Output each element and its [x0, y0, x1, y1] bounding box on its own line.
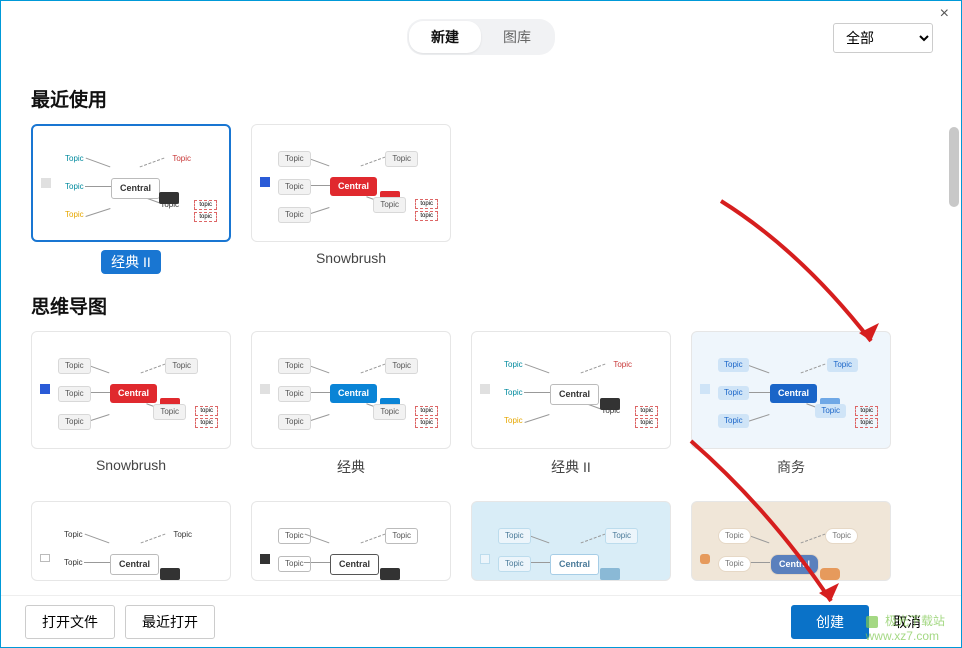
template-card[interactable]: Central Topic Topic Topic — [251, 501, 451, 581]
recent-open-button[interactable]: 最近打开 — [125, 605, 215, 639]
header-tabs: 新建 图库 — [407, 19, 555, 55]
template-card-wrap: Central Topic Topic Topic Topic Topic to… — [31, 124, 231, 274]
tab-gallery[interactable]: 图库 — [481, 21, 553, 53]
footer: 打开文件 最近打开 创建 取消 — [1, 595, 961, 647]
template-card[interactable]: Central Topic Topic Topic — [471, 501, 671, 581]
create-button[interactable]: 创建 — [791, 605, 869, 639]
template-card-wrap: Central Topic Topic Topic Topic Topic to… — [251, 124, 451, 274]
template-label: Snowbrush — [96, 457, 166, 473]
template-card[interactable]: Central Topic Topic Topic — [31, 501, 231, 581]
template-card-classic-ii[interactable]: Central Topic Topic Topic Topic Topic to… — [471, 331, 671, 449]
template-label: 经典 — [337, 457, 365, 477]
cancel-button[interactable]: 取消 — [877, 606, 937, 638]
recent-grid: Central Topic Topic Topic Topic Topic to… — [31, 124, 931, 274]
template-label: Snowbrush — [316, 250, 386, 266]
open-file-button[interactable]: 打开文件 — [25, 605, 115, 639]
section-title-recent: 最近使用 — [31, 85, 931, 112]
template-card-classic[interactable]: Central Topic Topic Topic Topic Topic to… — [251, 331, 451, 449]
thumbnail: Central Topic Topic Topic Topic Topic to… — [41, 134, 221, 232]
filter-select[interactable]: 全部 — [833, 23, 933, 53]
mindmap-grid: Central Topic Topic Topic Topic Topic to… — [31, 331, 931, 581]
content-area: 最近使用 Central Topic Topic Topic Topic Top… — [1, 67, 961, 597]
template-label: 经典 II — [101, 250, 161, 274]
section-title-mindmap: 思维导图 — [31, 292, 931, 319]
tab-new[interactable]: 新建 — [409, 21, 481, 53]
template-label: 经典 II — [551, 457, 591, 477]
template-card[interactable]: Central Topic Topic Topic — [691, 501, 891, 581]
scrollbar[interactable] — [949, 127, 959, 207]
template-card-classic-ii[interactable]: Central Topic Topic Topic Topic Topic to… — [31, 124, 231, 242]
header: 新建 图库 全部 — [1, 1, 961, 67]
template-card-snowbrush[interactable]: Central Topic Topic Topic Topic Topic to… — [251, 124, 451, 242]
template-card-business[interactable]: Central Topic Topic Topic Topic Topic to… — [691, 331, 891, 449]
template-label: 商务 — [777, 457, 805, 477]
thumbnail: Central Topic Topic Topic Topic Topic to… — [260, 133, 442, 233]
template-card-snowbrush[interactable]: Central Topic Topic Topic Topic Topic to… — [31, 331, 231, 449]
